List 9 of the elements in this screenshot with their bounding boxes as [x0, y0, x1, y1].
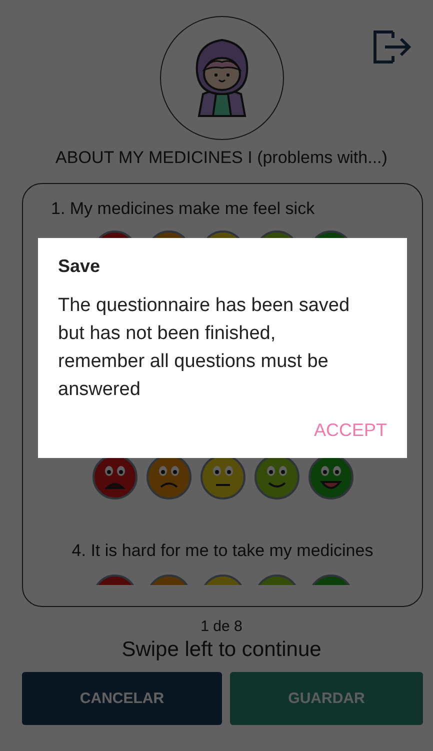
swipe-hint: Swipe left to continue [120, 637, 322, 663]
dialog-message: The questionnaire has been saved but has not been finished, remember all questions must be answered [58, 294, 351, 402]
question-text: 4. It is hard for me to take my medicines [70, 540, 374, 562]
question-text: 1. My medicines make me feel sick [50, 198, 316, 220]
page-counter: 1 de 8 [200, 617, 244, 637]
cancel-button[interactable]: CANCELAR [22, 672, 222, 725]
accept-button[interactable]: ACCEPT [314, 420, 387, 441]
section-title: ABOUT MY MEDICINES I (problems with...) [54, 147, 388, 169]
dialog-title: Save [58, 255, 102, 278]
